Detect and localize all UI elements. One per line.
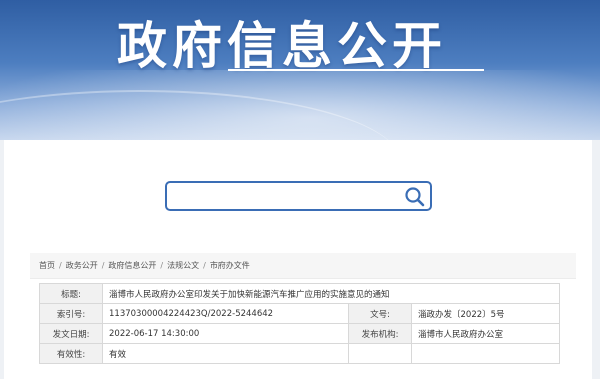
validity-value: 有效 bbox=[102, 343, 349, 364]
breadcrumb-regulations[interactable]: 法规公文 bbox=[167, 253, 199, 279]
breadcrumb-separator: / bbox=[160, 261, 164, 270]
date-label: 发文日期: bbox=[39, 323, 103, 344]
breadcrumb-separator: / bbox=[59, 261, 62, 270]
index-label: 索引号: bbox=[39, 303, 103, 324]
banner-underline bbox=[228, 69, 484, 71]
document-detail: 首页 / 政务公开 / 政府信息公开 / 法规公文 / 市府办文件 标题: 淄博市人民政府办公室… bbox=[30, 253, 576, 379]
date-value: 2022-06-17 14:30:00 bbox=[102, 323, 349, 344]
search-icon[interactable] bbox=[404, 186, 426, 208]
banner-title: 政府信息公开 bbox=[117, 17, 447, 75]
table-row: 标题: 淄博市人民政府办公室印发关于加快新能源汽车推广应用的实施意见的通知 bbox=[39, 283, 560, 304]
table-row: 发文日期: 2022-06-17 14:30:00 发布机构: 淄博市人民政府办… bbox=[39, 323, 560, 344]
breadcrumb-info-disclosure[interactable]: 政府信息公开 bbox=[108, 253, 156, 279]
title-value: 淄博市人民政府办公室印发关于加快新能源汽车推广应用的实施意见的通知 bbox=[102, 283, 560, 304]
breadcrumb: 首页 / 政务公开 / 政府信息公开 / 法规公文 / 市府办文件 bbox=[30, 253, 576, 279]
org-value: 淄博市人民政府办公室 bbox=[411, 323, 560, 344]
docno-value: 淄政办发〔2022〕5号 bbox=[411, 303, 560, 324]
search-box[interactable] bbox=[165, 181, 432, 211]
index-value: 11370300004224423Q/2022-5244642 bbox=[102, 303, 349, 324]
docno-label: 文号: bbox=[348, 303, 412, 324]
breadcrumb-separator: / bbox=[101, 261, 105, 270]
table-row: 索引号: 11370300004224423Q/2022-5244642 文号:… bbox=[39, 303, 560, 324]
org-label: 发布机构: bbox=[348, 323, 412, 344]
search-input[interactable] bbox=[169, 185, 403, 209]
table-row: 有效性: 有效 bbox=[39, 343, 560, 364]
document-meta-table: 标题: 淄博市人民政府办公室印发关于加快新能源汽车推广应用的实施意见的通知 索引… bbox=[39, 283, 560, 364]
breadcrumb-gov-affairs[interactable]: 政务公开 bbox=[66, 253, 98, 279]
breadcrumb-municipal-docs[interactable]: 市府办文件 bbox=[210, 253, 250, 279]
title-label: 标题: bbox=[39, 283, 103, 304]
breadcrumb-separator: / bbox=[203, 261, 206, 270]
breadcrumb-home[interactable]: 首页 bbox=[39, 253, 55, 279]
header-banner: 政府信息公开 bbox=[0, 0, 600, 140]
validity-label: 有效性: bbox=[39, 343, 103, 364]
